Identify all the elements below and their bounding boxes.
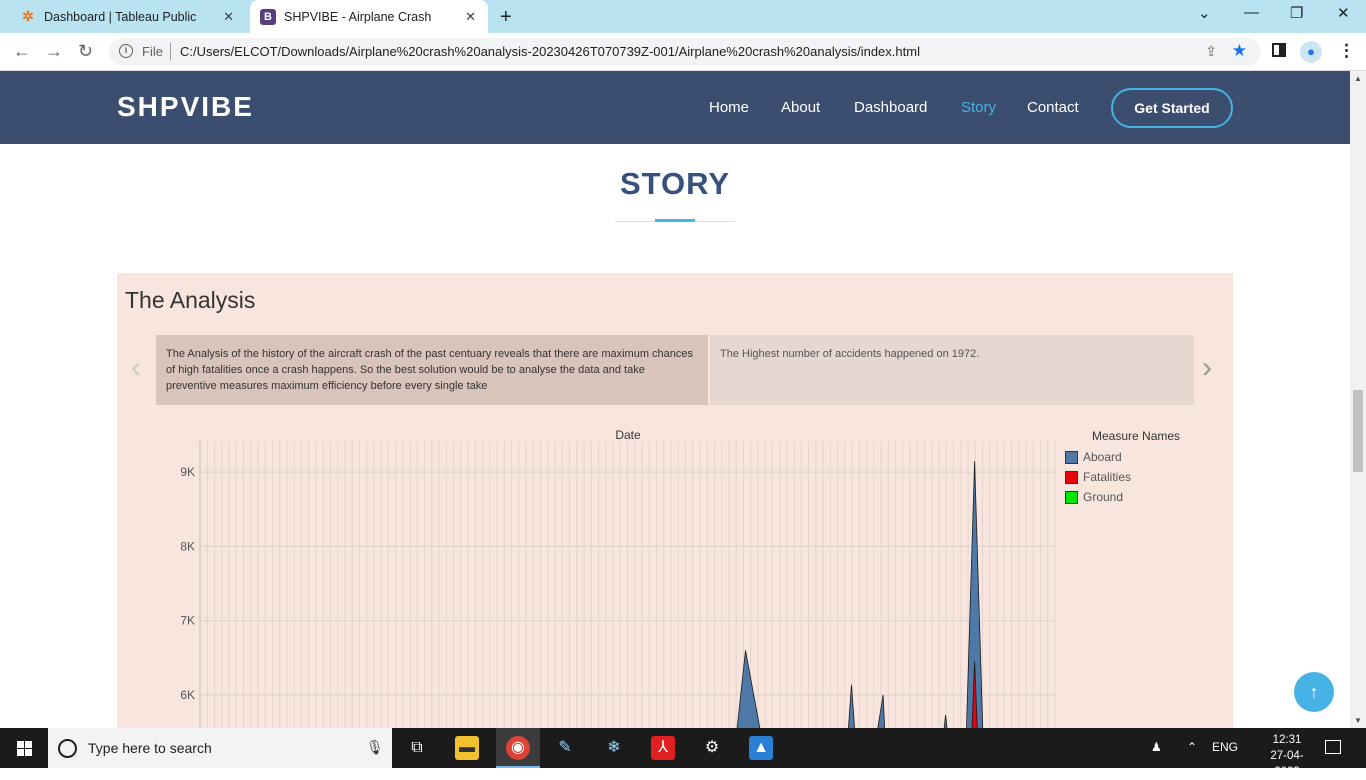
area-chart: Date9K8K7K6K5K bbox=[180, 428, 1056, 728]
photos-icon[interactable]: ▲ bbox=[749, 736, 773, 760]
system-clock[interactable]: 12:31 27-04-2023 bbox=[1262, 732, 1312, 780]
nav-contact[interactable]: Contact bbox=[1027, 99, 1079, 116]
nav-about[interactable]: About bbox=[781, 99, 820, 116]
file-label: File bbox=[142, 44, 163, 59]
clock-time: 12:31 bbox=[1272, 734, 1302, 746]
tableau-icon: ✲ bbox=[22, 8, 34, 24]
side-panel-icon[interactable] bbox=[1272, 43, 1286, 57]
legend-label: Aboard bbox=[1083, 450, 1122, 464]
profile-avatar-icon[interactable]: ● bbox=[1300, 41, 1322, 63]
browser-tab-strip: ✲ Dashboard | Tableau Public ✕ B SHPVIBE… bbox=[0, 0, 1366, 33]
site-header: SHPVIBE Home About Dashboard Story Conta… bbox=[0, 71, 1350, 144]
site-logo[interactable]: SHPVIBE bbox=[117, 91, 254, 123]
legend-label: Fatalities bbox=[1083, 470, 1132, 484]
new-tab-icon[interactable]: + bbox=[500, 6, 512, 29]
people-icon[interactable]: ♟ bbox=[1151, 740, 1162, 754]
address-toolbar: ← → ↻ i File C:/Users/ELCOT/Downloads/Ai… bbox=[0, 33, 1366, 71]
close-icon[interactable]: ✕ bbox=[223, 9, 234, 25]
microphone-icon[interactable]: 🎙 bbox=[366, 739, 384, 756]
file-explorer-icon[interactable]: ▬ bbox=[455, 736, 479, 760]
y-tick-label: 8K bbox=[180, 539, 195, 553]
story-point-1[interactable]: The Analysis of the history of the aircr… bbox=[156, 335, 708, 405]
language-indicator[interactable]: ENG bbox=[1212, 740, 1238, 754]
minimize-icon[interactable]: — bbox=[1244, 4, 1259, 21]
reload-icon[interactable]: ↻ bbox=[78, 41, 93, 62]
snowflake-app-icon[interactable]: ❄ bbox=[602, 736, 626, 760]
story-point-2[interactable]: The Highest number of accidents happened… bbox=[710, 335, 1194, 405]
taskbar-search[interactable]: Type here to search 🎙 bbox=[48, 728, 392, 768]
windows-start-icon[interactable] bbox=[17, 741, 32, 756]
back-icon[interactable]: ← bbox=[13, 41, 31, 62]
clock-date: 27-04-2023 bbox=[1270, 750, 1304, 778]
forward-icon[interactable]: → bbox=[45, 41, 63, 62]
page-viewport: SHPVIBE Home About Dashboard Story Conta… bbox=[0, 71, 1350, 728]
legend-swatch bbox=[1065, 470, 1078, 484]
tab-tableau[interactable]: ✲ Dashboard | Tableau Public ✕ bbox=[8, 0, 246, 33]
legend-item-fatalities[interactable]: Fatalities bbox=[1065, 470, 1131, 484]
page-scrollbar[interactable]: ▲ ▼ bbox=[1350, 71, 1366, 728]
bookmark-star-icon[interactable]: ★ bbox=[1232, 41, 1247, 61]
scroll-down-icon[interactable]: ▼ bbox=[1354, 716, 1362, 725]
tab-title: SHPVIBE - Airplane Crash bbox=[284, 9, 432, 24]
legend-swatch bbox=[1065, 450, 1078, 464]
tableau-story-embed: The Analysis ‹ The Analysis of the histo… bbox=[117, 273, 1233, 728]
legend-item-aboard[interactable]: Aboard bbox=[1065, 450, 1122, 464]
menu-kebab-icon[interactable]: ⋮ bbox=[1338, 41, 1355, 61]
info-icon[interactable]: i bbox=[119, 44, 133, 58]
chart-title: Date bbox=[615, 428, 641, 442]
nav-dashboard[interactable]: Dashboard bbox=[854, 99, 927, 116]
story-title: The Analysis bbox=[125, 287, 256, 313]
legend-title: Measure Names bbox=[1092, 429, 1181, 443]
share-icon[interactable]: ⇪ bbox=[1205, 43, 1217, 60]
search-placeholder: Type here to search bbox=[88, 740, 212, 756]
y-tick-label: 7K bbox=[180, 614, 195, 628]
legend-swatch bbox=[1065, 490, 1078, 504]
cortana-icon bbox=[58, 739, 77, 758]
title-accent-bar bbox=[655, 219, 695, 222]
chevron-right-icon[interactable]: › bbox=[1202, 351, 1212, 385]
scroll-up-icon[interactable]: ▲ bbox=[1354, 74, 1362, 83]
restore-icon[interactable]: ❐ bbox=[1290, 4, 1303, 22]
y-tick-label: 9K bbox=[180, 465, 195, 479]
chevron-left-icon[interactable]: ‹ bbox=[131, 351, 141, 385]
scroll-thumb[interactable] bbox=[1353, 390, 1363, 472]
chevron-down-icon[interactable]: ⌄ bbox=[1198, 4, 1211, 22]
tray-chevron-up-icon[interactable]: ⌃ bbox=[1187, 740, 1197, 754]
windows-taskbar: Type here to search 🎙 ⧉ ▬ ◉ ✎ ❄ ⅄ ⚙ ▲ ♟ … bbox=[0, 728, 1366, 778]
section-title: STORY bbox=[619, 166, 731, 201]
nav-story[interactable]: Story bbox=[961, 99, 996, 116]
close-icon[interactable]: ✕ bbox=[465, 9, 476, 25]
tab-shpvibe[interactable]: B SHPVIBE - Airplane Crash ✕ bbox=[250, 0, 488, 33]
y-tick-label: 6K bbox=[180, 688, 195, 702]
separator bbox=[170, 43, 171, 60]
legend-item-ground[interactable]: Ground bbox=[1065, 490, 1123, 504]
settings-gear-icon[interactable]: ⚙ bbox=[700, 736, 724, 760]
address-bar[interactable]: i File C:/Users/ELCOT/Downloads/Airplane… bbox=[109, 38, 1261, 66]
bootstrap-icon: B bbox=[260, 8, 276, 25]
window-close-icon[interactable]: ✕ bbox=[1337, 4, 1350, 22]
back-to-top-button[interactable]: ↑ bbox=[1294, 672, 1334, 712]
nav-home[interactable]: Home bbox=[709, 99, 749, 116]
chrome-icon[interactable]: ◉ bbox=[506, 736, 530, 760]
notification-icon[interactable] bbox=[1325, 740, 1341, 754]
pen-app-icon[interactable]: ✎ bbox=[553, 736, 577, 760]
get-started-button[interactable]: Get Started bbox=[1111, 88, 1233, 128]
url-text[interactable]: C:/Users/ELCOT/Downloads/Airplane%20cras… bbox=[180, 44, 920, 59]
task-view-icon[interactable]: ⧉ bbox=[405, 736, 429, 760]
tab-title: Dashboard | Tableau Public bbox=[44, 9, 197, 24]
legend-label: Ground bbox=[1083, 490, 1124, 504]
pdf-reader-icon[interactable]: ⅄ bbox=[651, 736, 675, 760]
